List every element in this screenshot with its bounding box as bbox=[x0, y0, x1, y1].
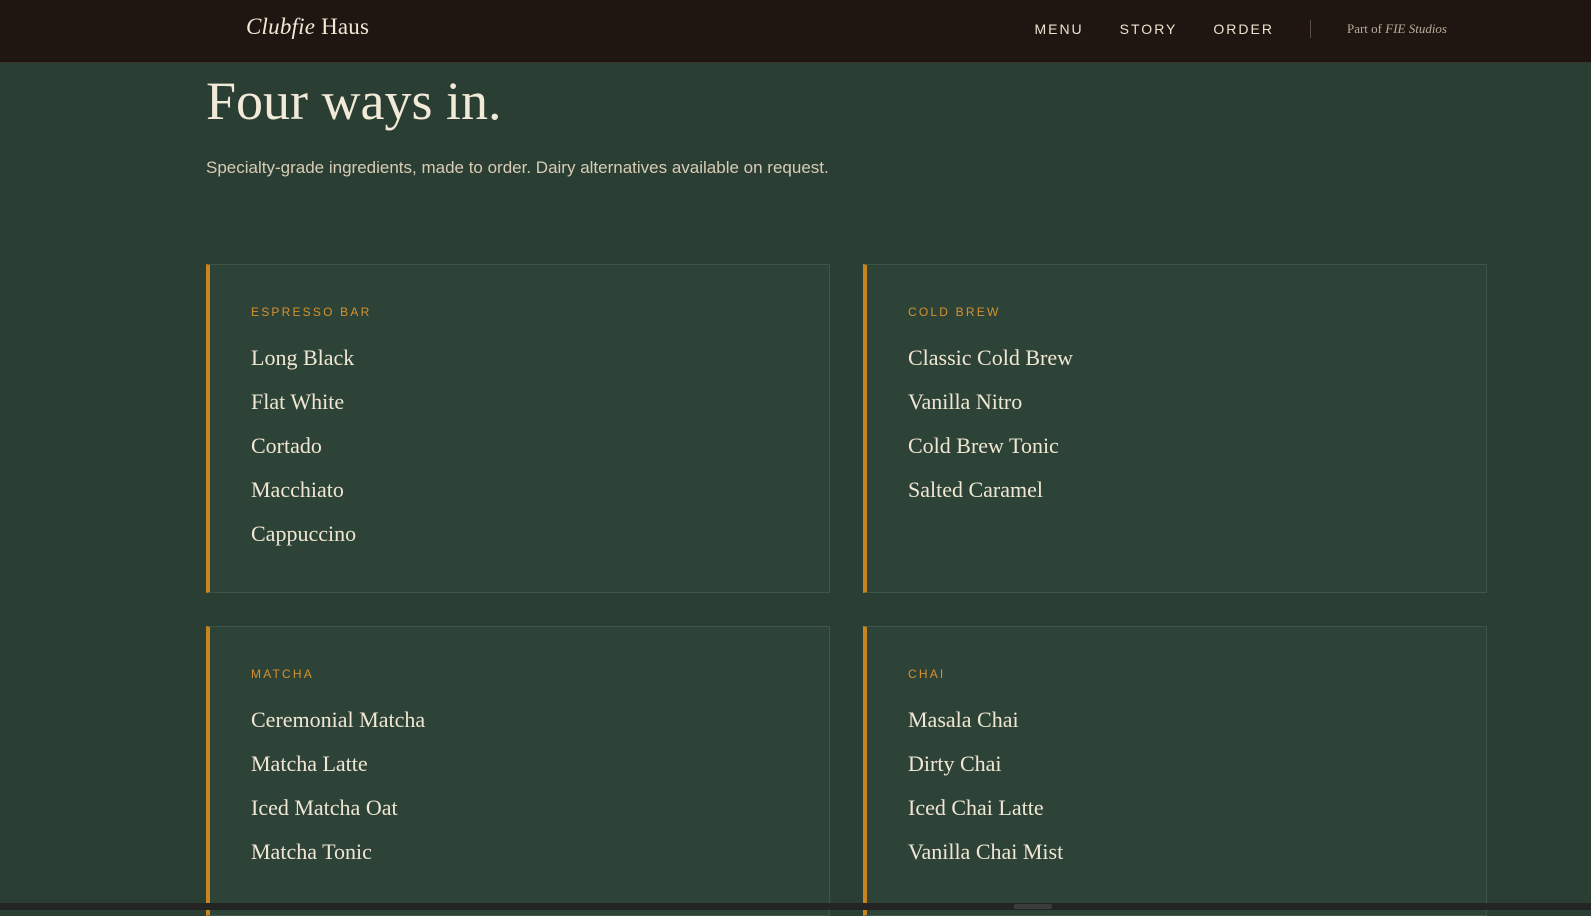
menu-card-label: MATCHA bbox=[251, 667, 314, 681]
menu-item[interactable]: Vanilla Chai Mist bbox=[908, 839, 1486, 883]
studio-credit: Part of FIE Studios bbox=[1347, 21, 1447, 37]
menu-card-chai: CHAI Masala Chai Dirty Chai Iced Chai La… bbox=[863, 626, 1487, 916]
menu-item-list: Masala Chai Dirty Chai Iced Chai Latte V… bbox=[908, 707, 1486, 883]
nav-link-menu[interactable]: MENU bbox=[1034, 21, 1083, 37]
menu-item[interactable]: Flat White bbox=[251, 389, 829, 433]
menu-card-label: ESPRESSO BAR bbox=[251, 305, 372, 319]
menu-item[interactable]: Vanilla Nitro bbox=[908, 389, 1486, 433]
menu-card-espresso-bar: ESPRESSO BAR Long Black Flat White Corta… bbox=[206, 264, 830, 593]
nav-link-order[interactable]: ORDER bbox=[1213, 21, 1274, 37]
scrollbar-thumb[interactable] bbox=[1014, 904, 1052, 909]
horizontal-scrollbar[interactable] bbox=[0, 903, 1591, 910]
nav-link-story[interactable]: STORY bbox=[1120, 21, 1178, 37]
menu-item[interactable]: Iced Matcha Oat bbox=[251, 795, 829, 839]
menu-item-list: Long Black Flat White Cortado Macchiato … bbox=[251, 345, 829, 565]
menu-item[interactable]: Cappuccino bbox=[251, 521, 829, 565]
menu-item[interactable]: Matcha Latte bbox=[251, 751, 829, 795]
main-nav: MENU STORY ORDER Part of FIE Studios bbox=[1034, 0, 1591, 58]
menu-card-label: COLD BREW bbox=[908, 305, 1001, 319]
menu-item[interactable]: Matcha Tonic bbox=[251, 839, 829, 883]
brand-name-italic: Clubfie bbox=[246, 14, 316, 39]
menu-item-list: Classic Cold Brew Vanilla Nitro Cold Bre… bbox=[908, 345, 1486, 521]
brand-name-rest: Haus bbox=[315, 14, 370, 39]
menu-item[interactable]: Dirty Chai bbox=[908, 751, 1486, 795]
menu-item[interactable]: Salted Caramel bbox=[908, 477, 1486, 521]
page-title: Four ways in. bbox=[206, 71, 502, 131]
top-navigation-bar: Clubfie Haus MENU STORY ORDER Part of FI… bbox=[0, 0, 1591, 63]
menu-item[interactable]: Ceremonial Matcha bbox=[251, 707, 829, 751]
menu-item[interactable]: Iced Chai Latte bbox=[908, 795, 1486, 839]
nav-divider bbox=[1309, 20, 1311, 38]
studio-credit-prefix: Part of bbox=[1346, 21, 1386, 36]
menu-item-list: Ceremonial Matcha Matcha Latte Iced Matc… bbox=[251, 707, 829, 883]
menu-item[interactable]: Classic Cold Brew bbox=[908, 345, 1486, 389]
brand-logo[interactable]: Clubfie Haus bbox=[246, 14, 369, 40]
page-subtitle: Specialty-grade ingredients, made to ord… bbox=[206, 158, 829, 177]
menu-item[interactable]: Macchiato bbox=[251, 477, 829, 521]
menu-card-cold-brew: COLD BREW Classic Cold Brew Vanilla Nitr… bbox=[863, 264, 1487, 593]
menu-card-matcha: MATCHA Ceremonial Matcha Matcha Latte Ic… bbox=[206, 626, 830, 916]
studio-credit-name: FIE Studios bbox=[1385, 21, 1447, 36]
menu-category-grid: ESPRESSO BAR Long Black Flat White Corta… bbox=[206, 264, 1487, 916]
menu-item[interactable]: Long Black bbox=[251, 345, 829, 389]
menu-card-label: CHAI bbox=[908, 667, 946, 681]
menu-item[interactable]: Cortado bbox=[251, 433, 829, 477]
menu-item[interactable]: Masala Chai bbox=[908, 707, 1486, 751]
menu-item[interactable]: Cold Brew Tonic bbox=[908, 433, 1486, 477]
